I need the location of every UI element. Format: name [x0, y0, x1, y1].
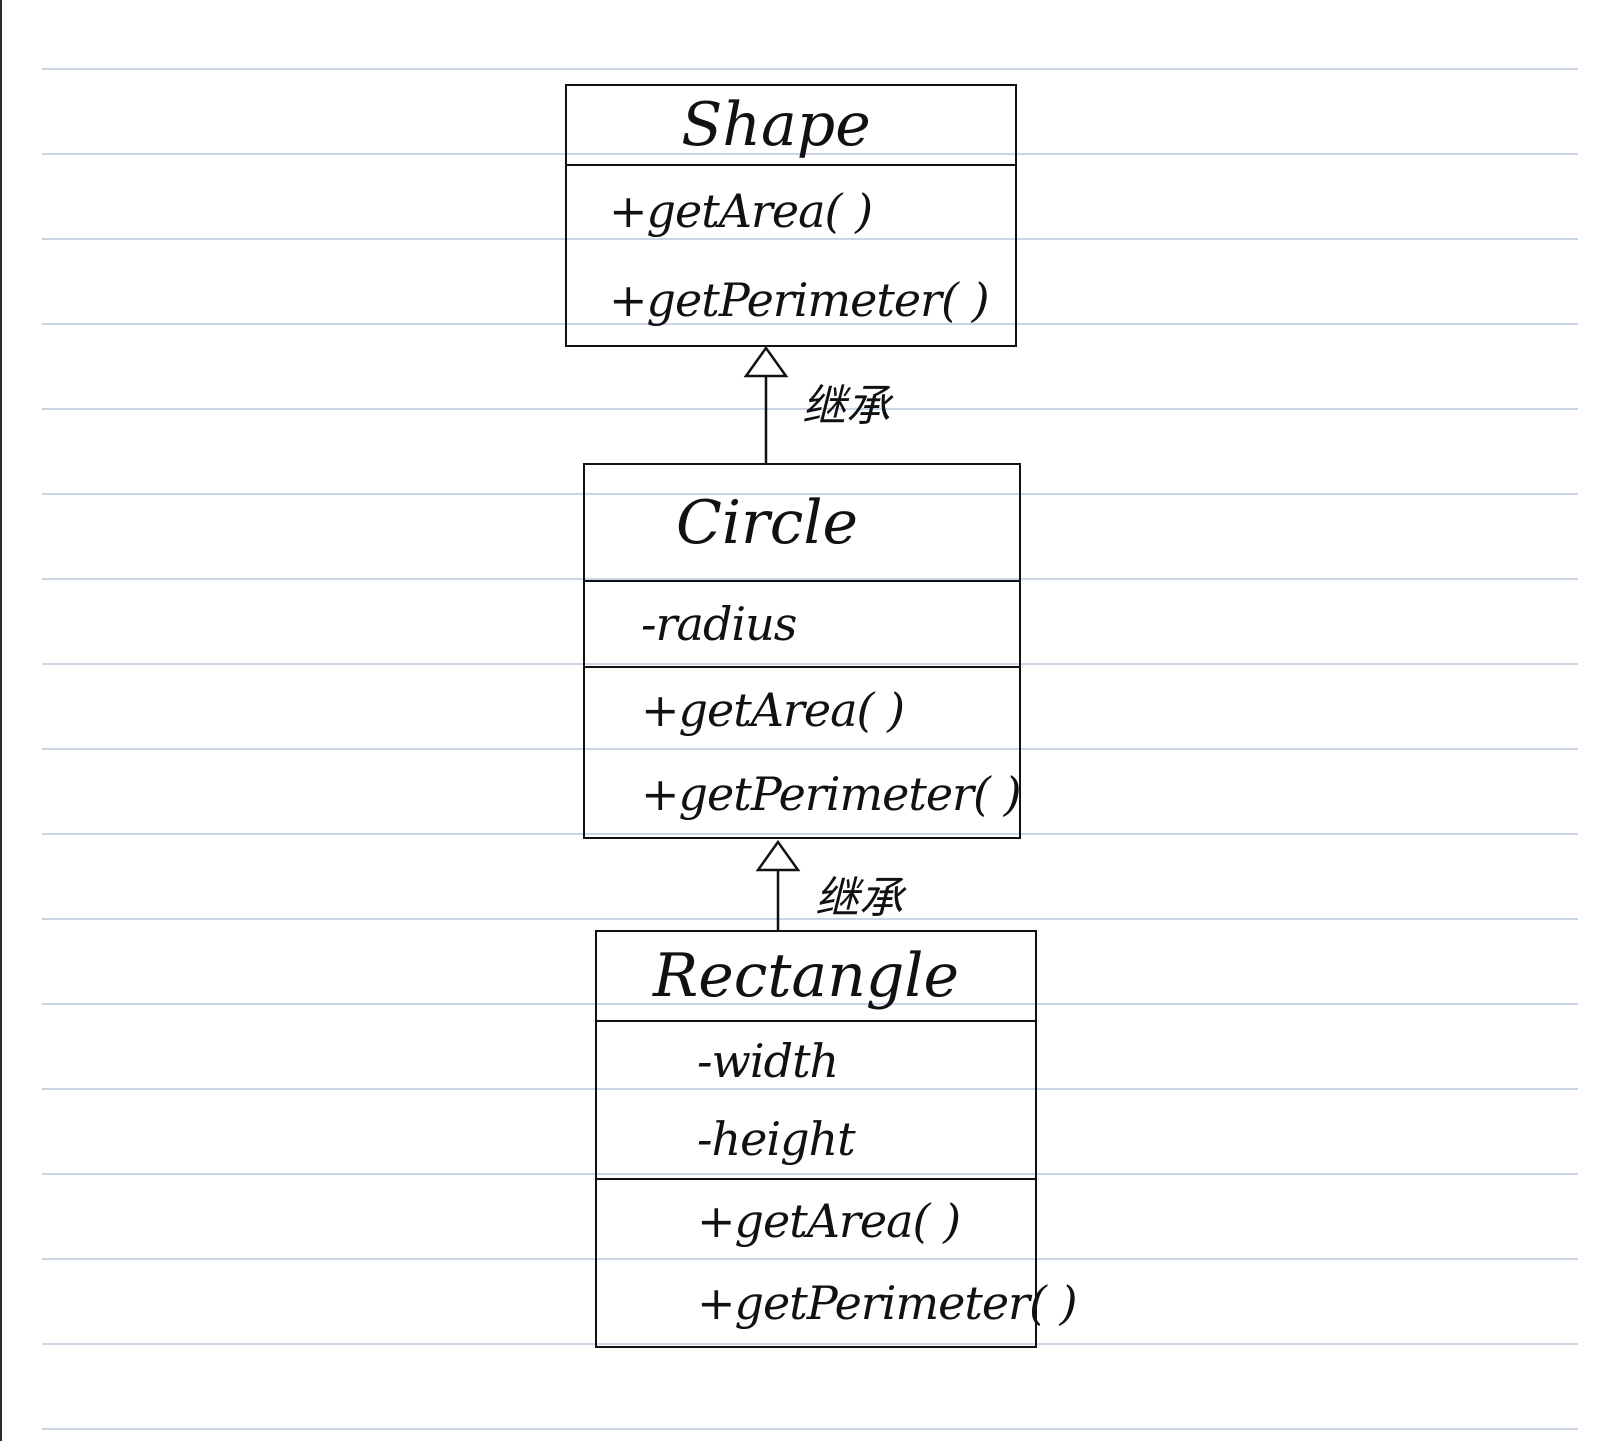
- method-get-area: +getArea( ): [609, 183, 873, 238]
- method-get-area: +getArea( ): [641, 683, 905, 737]
- attribute-radius: -radius: [641, 597, 797, 651]
- class-name-shape: Shape: [681, 90, 871, 160]
- class-box-rectangle: Rectangle -width -height +getArea( ) +ge…: [595, 930, 1078, 1348]
- methods-compartment-rectangle: +getArea( ) +getPerimeter( ): [597, 1178, 1078, 1344]
- method-get-perimeter: +getPerimeter( ): [609, 272, 990, 327]
- methods-compartment-shape: +getArea( ) +getPerimeter( ): [567, 164, 1015, 344]
- inheritance-label: 继承: [802, 381, 890, 432]
- method-get-perimeter: +getPerimeter( ): [641, 767, 1022, 821]
- class-name-rectangle: Rectangle: [653, 941, 959, 1011]
- inheritance-label: 继承: [815, 873, 903, 924]
- attributes-compartment-circle: -radius: [585, 580, 1019, 666]
- class-box-circle: Circle -radius +getArea( ) +getPerimeter…: [583, 463, 1022, 839]
- attribute-height: -height: [697, 1112, 856, 1166]
- attributes-compartment-rectangle: -width -height: [597, 1020, 1035, 1178]
- class-name-circle: Circle: [675, 487, 859, 558]
- method-get-area: +getArea( ): [697, 1194, 961, 1248]
- attribute-width: -width: [697, 1034, 839, 1088]
- method-get-perimeter: +getPerimeter( ): [697, 1276, 1078, 1330]
- class-box-shape: Shape +getArea( ) +getPerimeter( ): [565, 84, 1017, 347]
- methods-compartment-circle: +getArea( ) +getPerimeter( ): [585, 666, 1022, 836]
